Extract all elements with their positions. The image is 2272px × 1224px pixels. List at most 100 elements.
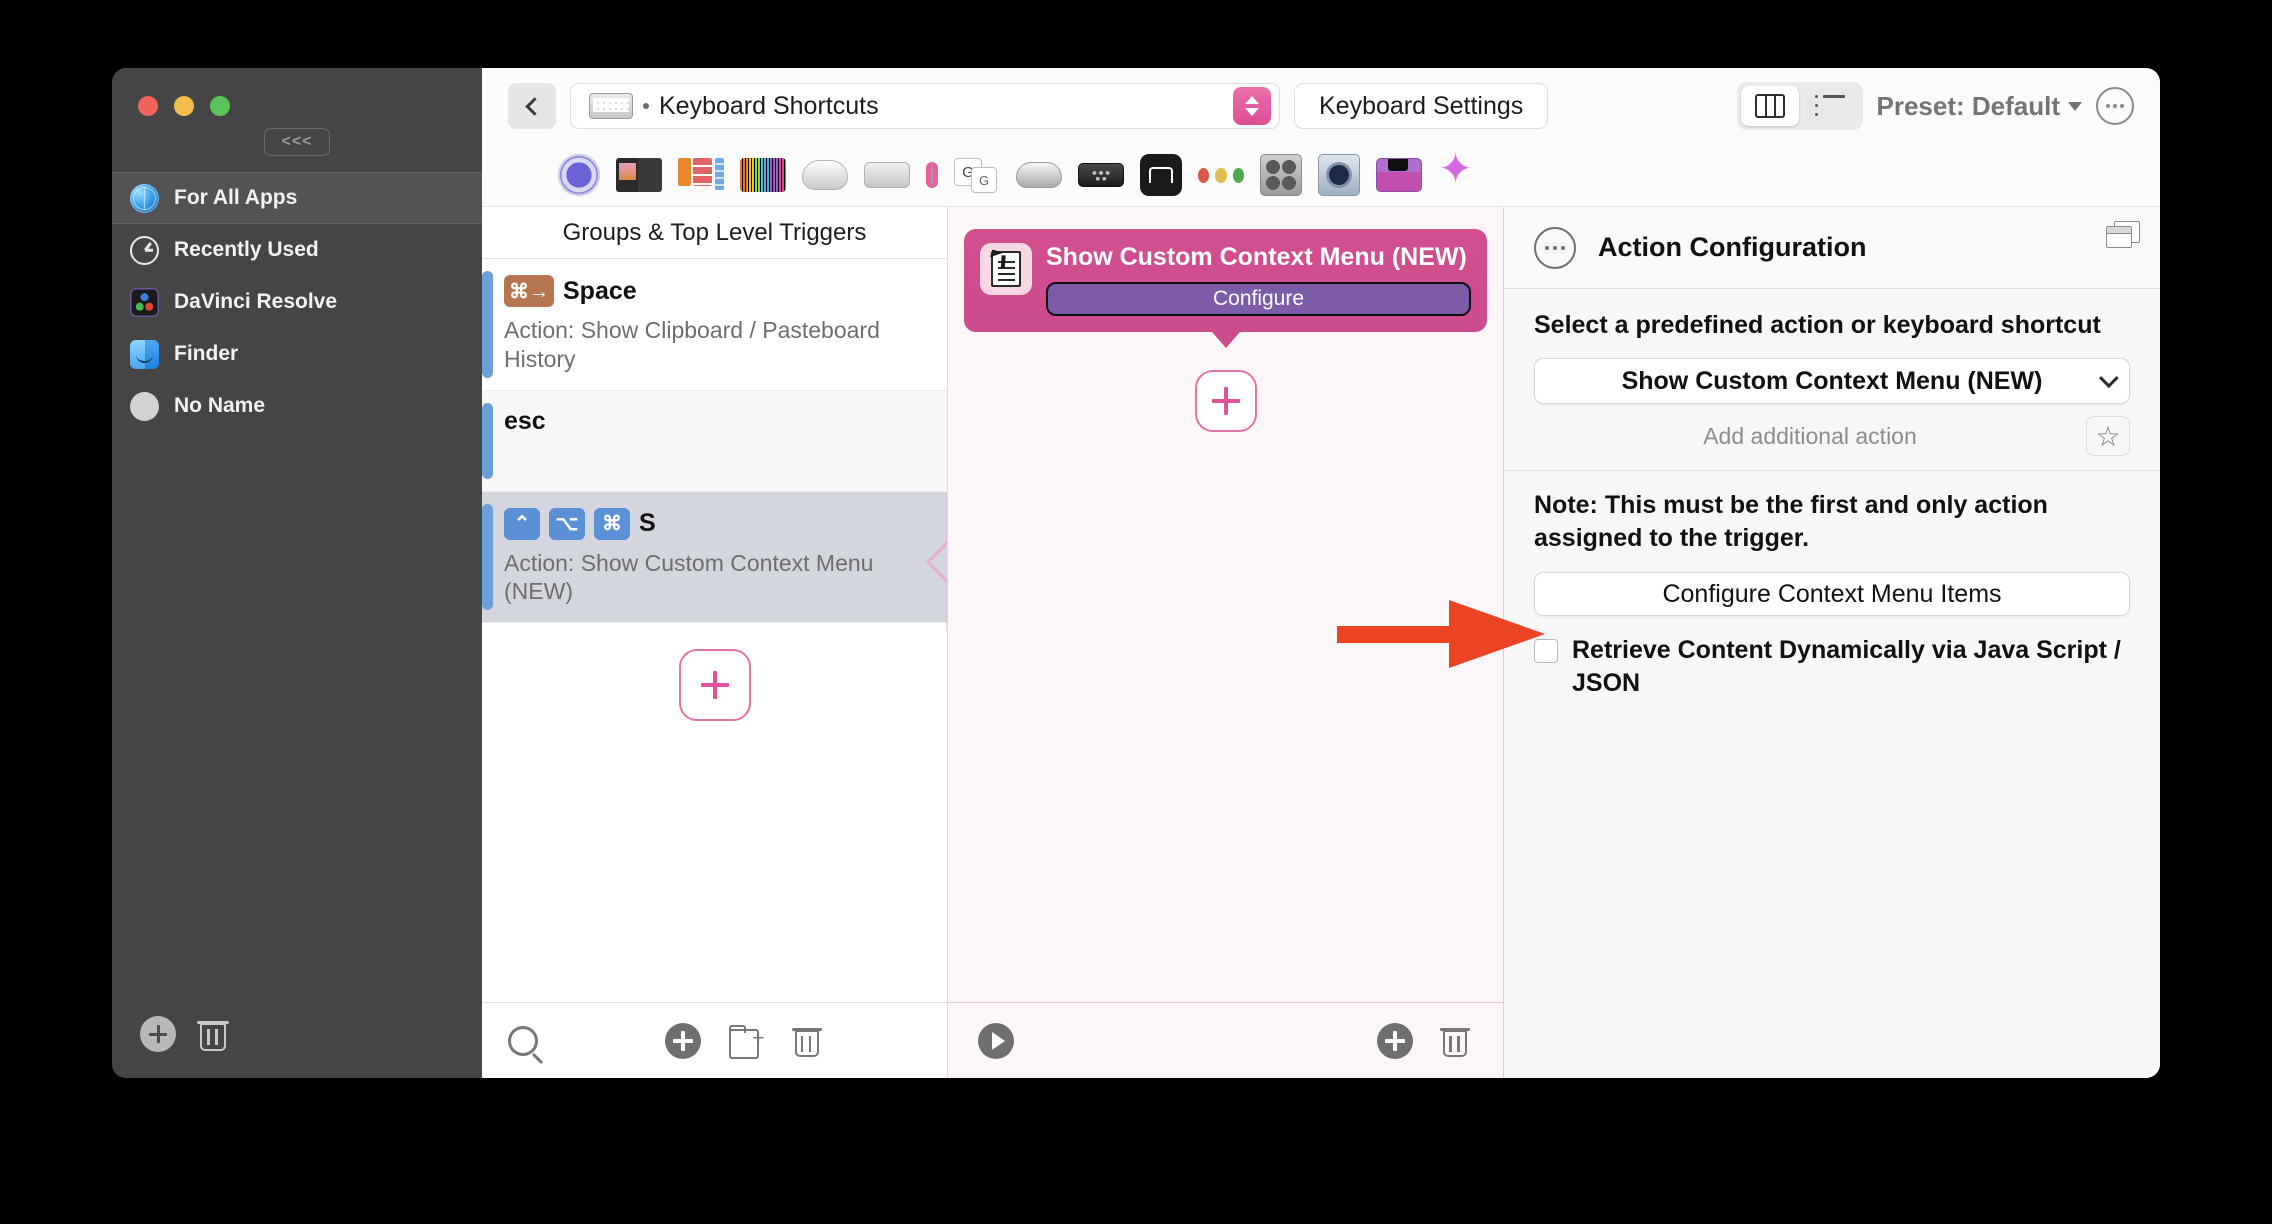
- chevron-down-icon: [2068, 101, 2082, 111]
- sidebar-item-finder[interactable]: Finder: [112, 328, 482, 380]
- columns-view-icon: [1754, 94, 1785, 118]
- trigger-subtitle: Action: Show Custom Context Menu (NEW): [504, 549, 874, 605]
- trigger-row-space[interactable]: ⌘→ Space Action: Show Clipboard / Pasteb…: [482, 259, 947, 391]
- search-icon[interactable]: [508, 1025, 538, 1056]
- trigger-type-ai-chip-icon[interactable]: [558, 154, 600, 196]
- collapse-sidebar-button[interactable]: <<<: [264, 128, 330, 156]
- stepper-updown-icon[interactable]: [1233, 87, 1271, 125]
- add-icon[interactable]: [140, 1016, 176, 1052]
- trigger-type-apple-remote-icon[interactable]: [1078, 163, 1124, 187]
- zoom-button[interactable]: [210, 96, 230, 116]
- sidebar-item-label: Recently Used: [174, 238, 319, 261]
- sidebar: <<< For All Apps Recently Used DaVinci R…: [112, 68, 482, 1078]
- window-stack-icon[interactable]: [2106, 221, 2140, 249]
- trigger-type-keyboard-selected[interactable]: [926, 162, 938, 188]
- trigger-type-stream-deck-icon[interactable]: [1140, 154, 1182, 196]
- action-configuration-pane: Action Configuration Select a predefined…: [1504, 207, 2160, 1078]
- clock-icon: [130, 235, 159, 265]
- star-icon[interactable]: ☆: [2086, 416, 2130, 456]
- trigger-type-screen-icon[interactable]: [616, 158, 662, 192]
- blank-circle-icon: [130, 391, 159, 421]
- add-trigger-button[interactable]: [678, 649, 751, 721]
- context-menu-document-icon: [980, 243, 1032, 295]
- screenshot-root: <<< For All Apps Recently Used DaVinci R…: [0, 0, 2272, 1224]
- trigger-type-key-sequence-icon[interactable]: [954, 158, 1000, 193]
- trigger-type-window-snap-icon[interactable]: [678, 158, 724, 192]
- minimize-button[interactable]: [174, 96, 194, 116]
- list-view-icon: [1814, 94, 1845, 117]
- action-select-value: Show Custom Context Menu (NEW): [1621, 366, 2043, 395]
- divider: [1504, 470, 2160, 471]
- play-icon[interactable]: [978, 1022, 1014, 1059]
- trigger-subtitle: Action: Show Clipboard / Pasteboard Hist…: [504, 317, 880, 372]
- search-input[interactable]: Keyboard Shortcuts: [570, 83, 1280, 129]
- davinci-resolve-icon: [130, 287, 159, 317]
- trigger-subtitle: [504, 445, 929, 475]
- trash-icon[interactable]: [1440, 1024, 1470, 1057]
- trigger-row-ctrl-opt-cmd-s[interactable]: ⌃ ⌥ ⌘ S Action: Show Custom Context Menu…: [482, 491, 947, 632]
- groups-pane: Groups & Top Level Triggers ⌘→ Space Act…: [482, 207, 948, 1078]
- trigger-type-drawing-icon[interactable]: [1198, 158, 1244, 192]
- plus-icon: [1211, 386, 1240, 415]
- add-additional-action-label[interactable]: Add additional action: [1534, 423, 2086, 450]
- add-icon[interactable]: [1377, 1022, 1413, 1059]
- sidebar-item-label: No Name: [174, 394, 266, 417]
- actions-pane-footer: [948, 1002, 1503, 1078]
- window-traffic-lights: [112, 68, 482, 116]
- keycap-control-icon: ⌃: [504, 507, 540, 540]
- app-window: <<< For All Apps Recently Used DaVinci R…: [112, 68, 2160, 1078]
- configure-context-menu-items-button[interactable]: Configure Context Menu Items: [1534, 572, 2130, 616]
- keycap-command-tab-icon: ⌘→: [504, 275, 554, 307]
- main-area: Keyboard Shortcuts Keyboard Settings Pre…: [482, 68, 2160, 1078]
- trigger-type-magic-mouse-icon[interactable]: [802, 160, 848, 190]
- trigger-type-keyboard-icon: [931, 165, 933, 184]
- action-flow-arrow-icon: [1211, 331, 1240, 348]
- trigger-type-midi-icon[interactable]: [1318, 154, 1360, 196]
- sidebar-item-label: For All Apps: [174, 186, 298, 209]
- add-additional-action-row: Add additional action ☆: [1534, 414, 2130, 458]
- search-input-value: Keyboard Shortcuts: [659, 91, 879, 120]
- trigger-type-knobs-icon[interactable]: [1260, 154, 1302, 196]
- preset-dropdown[interactable]: Preset: Default: [1877, 91, 2082, 122]
- trigger-name: esc: [504, 406, 546, 435]
- trigger-row-esc[interactable]: esc: [482, 390, 947, 492]
- add-icon[interactable]: [664, 1022, 701, 1059]
- configure-button[interactable]: Configure: [1046, 281, 1471, 316]
- keyboard-settings-button[interactable]: Keyboard Settings: [1294, 83, 1549, 129]
- groups-pane-footer: +: [482, 1002, 947, 1078]
- note-text: Note: This must be the first and only ac…: [1534, 491, 2048, 552]
- sidebar-item-label: Finder: [174, 342, 239, 365]
- sidebar-footer: [112, 1016, 482, 1078]
- trash-icon[interactable]: [197, 1017, 229, 1051]
- retrieve-dynamically-checkbox-row[interactable]: Retrieve Content Dynamically via Java Sc…: [1534, 634, 2130, 699]
- close-button[interactable]: [138, 96, 158, 116]
- action-card-title: Show Custom Context Menu (NEW): [1046, 243, 1467, 271]
- keycap-command-icon: ⌘: [594, 507, 630, 540]
- trigger-type-normal-mouse-icon[interactable]: [1016, 162, 1062, 188]
- trigger-type-grid-icon[interactable]: [740, 158, 786, 192]
- sidebar-item-for-all-apps[interactable]: For All Apps: [112, 172, 482, 224]
- back-button[interactable]: [508, 83, 556, 129]
- trigger-color-bar: [482, 503, 493, 610]
- select-action-label: Select a predefined action or keyboard s…: [1534, 311, 2101, 339]
- trigger-type-touchbar-icon[interactable]: [1376, 158, 1422, 192]
- trigger-type-other-icon[interactable]: [1438, 148, 1484, 192]
- new-folder-icon[interactable]: +: [728, 1024, 765, 1059]
- trigger-type-trackpad-icon[interactable]: [864, 162, 910, 188]
- sidebar-item-davinci-resolve[interactable]: DaVinci Resolve: [112, 276, 482, 328]
- sidebar-item-no-name[interactable]: No Name: [112, 380, 482, 432]
- action-card-show-custom-context-menu[interactable]: Show Custom Context Menu (NEW) Configure: [964, 229, 1487, 332]
- list-view-button[interactable]: [1801, 86, 1859, 126]
- columns-view-button[interactable]: [1740, 86, 1799, 126]
- add-action-button[interactable]: [1194, 369, 1257, 432]
- sidebar-item-recently-used[interactable]: Recently Used: [112, 224, 482, 276]
- trigger-color-bar: [482, 402, 493, 479]
- action-select-dropdown[interactable]: Show Custom Context Menu (NEW): [1534, 358, 2130, 404]
- trigger-color-bar: [482, 271, 493, 378]
- trash-icon[interactable]: [791, 1024, 822, 1057]
- ellipsis-circle-icon[interactable]: [2096, 87, 2134, 125]
- page-title: Action Configuration: [1598, 232, 1867, 262]
- chevron-left-icon: [524, 96, 544, 116]
- top-toolbar: Keyboard Shortcuts Keyboard Settings Pre…: [482, 68, 2160, 144]
- trigger-name: Space: [563, 276, 637, 305]
